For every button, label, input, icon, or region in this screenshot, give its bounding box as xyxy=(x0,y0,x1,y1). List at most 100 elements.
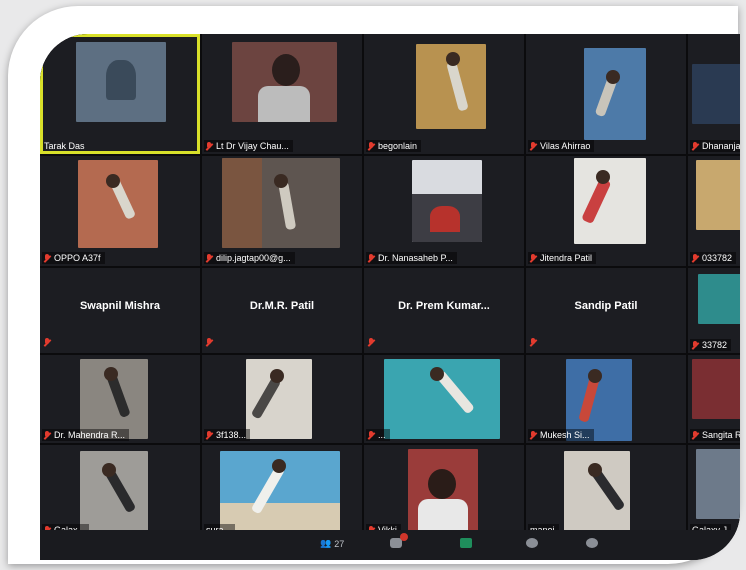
mic-muted-icon xyxy=(530,253,537,263)
participants-count: 27 xyxy=(334,538,345,549)
participant-tile[interactable]: ... xyxy=(364,355,524,443)
video-feed xyxy=(696,160,740,230)
record-button[interactable] xyxy=(526,538,538,548)
reactions-icon xyxy=(586,538,598,548)
participant-tile[interactable]: Vikki xyxy=(364,445,524,538)
participant-tile[interactable]: Swapnil Mishra xyxy=(40,268,200,353)
participant-tile[interactable]: 33782 xyxy=(688,268,740,353)
participant-tile[interactable]: Dr. Mahendra R... xyxy=(40,355,200,443)
participant-tile[interactable]: Dr.M.R. Patil xyxy=(202,268,362,353)
mic-muted-icon xyxy=(692,340,699,350)
participant-name: Mukesh Si... xyxy=(540,430,590,440)
chat-badge xyxy=(400,533,408,541)
participant-name: 3f138... xyxy=(216,430,247,440)
mic-muted-icon xyxy=(44,338,51,347)
participant-tile[interactable]: Vilas Ahirrao xyxy=(526,34,686,154)
participant-label: 033782 xyxy=(690,252,737,264)
participant-name: Dr. Prem Kumar... xyxy=(398,300,490,312)
participant-tile[interactable]: dilip.jagtap00@g... xyxy=(202,156,362,266)
participant-label: Vilas Ahirrao xyxy=(528,140,595,152)
participant-tile[interactable]: Dhananjay xyxy=(688,34,740,154)
participant-name: 033782 xyxy=(702,253,733,263)
participant-tile[interactable]: Tarak Das xyxy=(40,34,200,154)
participant-tile[interactable]: Sandip Patil xyxy=(526,268,686,353)
participants-button[interactable]: 👥 27 xyxy=(320,538,344,549)
participant-tile[interactable]: Galaxy J xyxy=(688,445,740,538)
participant-label: begonlain xyxy=(366,140,422,152)
video-feed xyxy=(76,42,166,122)
mic-muted-icon xyxy=(368,253,375,263)
mic-muted-icon xyxy=(206,253,213,263)
video-feed xyxy=(696,449,740,519)
video-feed xyxy=(220,451,340,535)
participant-tile[interactable]: begonlain xyxy=(364,34,524,154)
participant-label: ... xyxy=(366,429,390,441)
participant-label: Lt Dr Vijay Chau... xyxy=(204,140,293,152)
mic-muted-icon xyxy=(692,430,699,440)
reactions-button[interactable] xyxy=(586,538,598,548)
participant-name: Sandip Patil xyxy=(574,300,638,312)
participant-tile[interactable]: Sangita Rrepar... xyxy=(688,355,740,443)
participant-tile[interactable]: 033782 xyxy=(688,156,740,266)
participant-name: Jitendra Patil xyxy=(540,253,593,263)
mic-muted-icon xyxy=(368,338,375,347)
mic-muted-icon xyxy=(530,338,537,347)
mic-muted-icon xyxy=(692,253,699,263)
participant-name: Dr. Mahendra R... xyxy=(54,430,126,440)
participant-name: Dhananjay xyxy=(702,141,740,151)
mic-muted-icon xyxy=(206,338,213,347)
participant-label: Dr. Nanasaheb P... xyxy=(366,252,457,264)
video-feed xyxy=(574,158,646,244)
participant-name: Swapnil Mishra xyxy=(79,300,161,312)
participant-name: dilip.jagtap00@g... xyxy=(216,253,291,263)
participant-tile[interactable]: Galax... xyxy=(40,445,200,538)
participants-icon: 👥 xyxy=(320,538,332,548)
share-screen-button[interactable] xyxy=(460,538,472,548)
video-feed xyxy=(698,274,740,324)
participant-name: Tarak Das xyxy=(44,141,85,151)
participant-label: 3f138... xyxy=(204,429,251,441)
participant-tile[interactable]: Jitendra Patil xyxy=(526,156,686,266)
video-feed xyxy=(78,160,158,248)
participant-label: Dhananjay xyxy=(690,140,740,152)
video-feed xyxy=(564,451,630,533)
mic-muted-icon xyxy=(530,430,537,440)
participant-tile[interactable]: Lt Dr Vijay Chau... xyxy=(202,34,362,154)
participant-name: begonlain xyxy=(378,141,418,151)
video-feed xyxy=(408,449,478,535)
participant-tile[interactable]: 3f138... xyxy=(202,355,362,443)
participant-label: Jitendra Patil xyxy=(528,252,597,264)
participant-tile[interactable]: Dr. Nanasaheb P... xyxy=(364,156,524,266)
mic-muted-icon xyxy=(368,141,375,151)
participant-label: Mukesh Si... xyxy=(528,429,594,441)
participant-name: Dr.M.R. Patil xyxy=(249,300,315,312)
participant-grid: Tarak Das Lt Dr Vijay Chau... begonlain … xyxy=(40,34,740,538)
mic-muted-icon xyxy=(692,141,699,151)
participant-name: ... xyxy=(378,430,386,440)
video-feed xyxy=(416,44,486,129)
share-screen-icon xyxy=(460,538,472,548)
mic-muted-icon xyxy=(206,430,213,440)
mic-muted-icon xyxy=(530,141,537,151)
participant-name: Sangita Rrepar... xyxy=(702,430,740,440)
mic-muted-icon xyxy=(44,253,51,263)
participant-tile[interactable]: manoj xyxy=(526,445,686,538)
video-feed xyxy=(692,359,740,419)
participant-tile[interactable]: OPPO A37f xyxy=(40,156,200,266)
video-feed xyxy=(384,359,500,439)
record-icon xyxy=(526,538,538,548)
participant-tile[interactable]: Mukesh Si... xyxy=(526,355,686,443)
participant-tile[interactable]: Dr. Prem Kumar... xyxy=(364,268,524,353)
video-feed xyxy=(246,359,312,439)
participant-label: OPPO A37f xyxy=(42,252,105,264)
participant-name: Dr. Nanasaheb P... xyxy=(378,253,453,263)
participant-name: Vilas Ahirrao xyxy=(540,141,591,151)
participant-label: Sangita Rrepar... xyxy=(690,429,740,441)
mic-muted-icon xyxy=(206,141,213,151)
chat-button[interactable] xyxy=(390,533,408,548)
video-feed xyxy=(412,160,482,242)
video-feed xyxy=(222,158,340,248)
participant-tile[interactable]: sura... xyxy=(202,445,362,538)
participant-label: Dr. Mahendra R... xyxy=(42,429,130,441)
photo-frame: Tarak Das Lt Dr Vijay Chau... begonlain … xyxy=(8,6,740,564)
